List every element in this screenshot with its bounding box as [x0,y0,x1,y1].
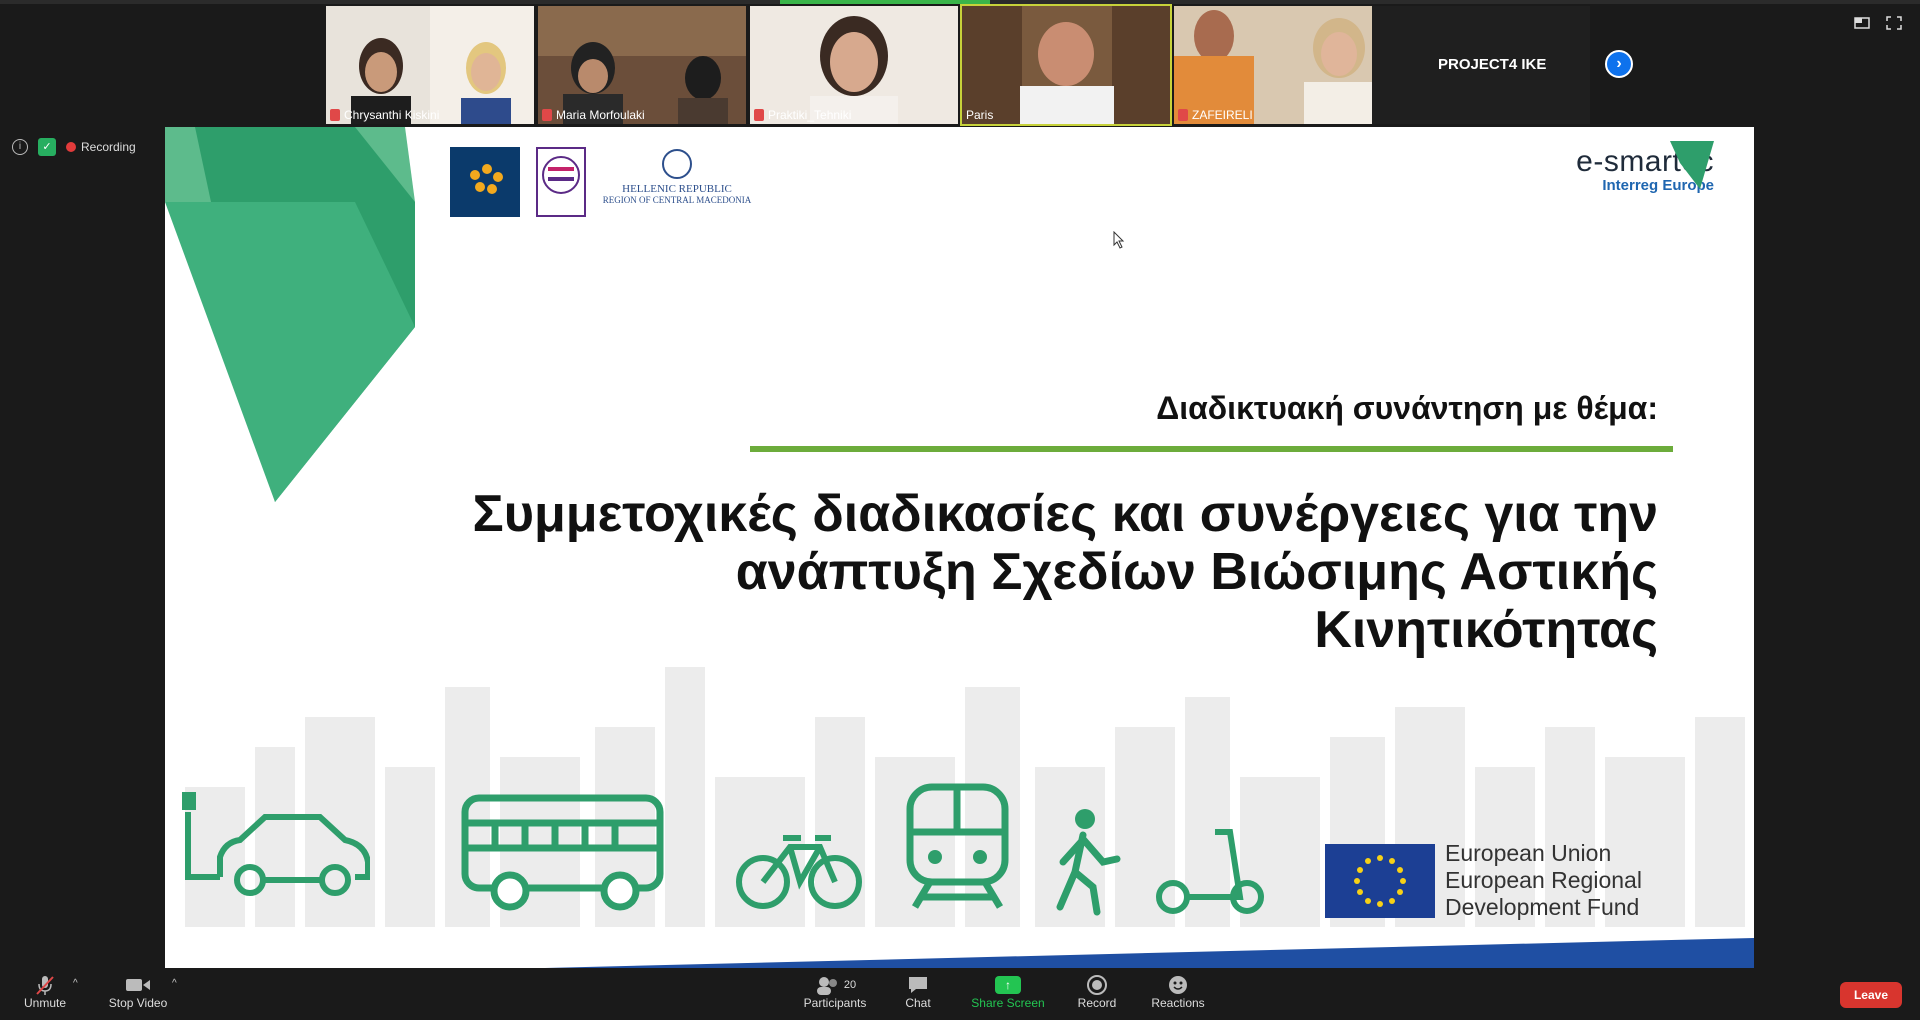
participant-tile-project4[interactable]: PROJECT4 IKE [1372,6,1590,124]
record-label: Record [1077,996,1117,1010]
logo-text: HELLENIC REPUBLIC [622,183,732,195]
muted-mic-icon [542,109,552,121]
participant-tile[interactable]: ZAFEIRELI [1174,6,1382,124]
participant-video [962,6,1170,124]
slide-subtitle: Διαδικτυακή συνάντηση με θέμα: [1156,390,1658,426]
participant-tile[interactable]: Chrysanthi Kiskini [326,6,534,124]
slide-bottom-band [545,938,1754,968]
recording-dot-icon [66,142,76,152]
share-screen-label: Share Screen [971,996,1045,1010]
title-line: Συμμετοχικές διαδικασίες και συνέργειες … [472,485,1658,543]
record-button[interactable]: Record [1076,974,1118,1010]
participants-icon [816,977,837,995]
partner-logo-1 [450,147,520,217]
meeting-status: i ✓ Recording [12,138,136,156]
share-screen-icon: ↑ [995,976,1021,994]
stop-video-button[interactable]: Stop Video [105,974,171,1010]
muted-mic-icon [1178,109,1188,121]
eu-text-line: European Union [1445,840,1612,866]
eu-flag-icon [1325,843,1435,918]
title-line: ανάπτυξη Σχεδίων Βιώσιμης Αστικής [735,543,1658,601]
record-icon [1087,975,1107,995]
info-icon[interactable]: i [12,139,28,155]
gallery-view-icon[interactable] [1854,16,1870,30]
participant-tile[interactable]: Praktiki_Tehniki [750,6,958,124]
participants-label: Participants [803,996,867,1010]
next-participants-button[interactable]: › [1605,50,1633,78]
participant-tile-active[interactable]: Paris [960,4,1172,126]
participant-name: Maria Morfoulaki [556,108,645,122]
video-camera-icon [126,979,150,991]
participant-video [1174,10,1374,124]
participant-name: Praktiki_Tehniki [768,108,852,122]
reactions-label: Reactions [1151,996,1205,1010]
muted-mic-icon [330,109,340,121]
chat-label: Chat [905,996,931,1010]
bus-icon [461,794,664,911]
talking-indicator [780,0,990,4]
shared-screen-slide: HELLENIC REPUBLIC REGION OF CENTRAL MACE… [165,127,1754,968]
train-icon [906,783,1009,909]
hellenic-republic-logo: HELLENIC REPUBLIC REGION OF CENTRAL MACE… [602,147,752,217]
chat-icon [909,977,927,993]
scooter-icon [1156,829,1264,914]
green-rule [750,446,1673,452]
audio-options-caret[interactable]: ^ [73,978,78,989]
leave-button[interactable]: Leave [1839,982,1902,1008]
chat-button[interactable]: Chat [898,974,938,1010]
stop-video-label: Stop Video [108,996,168,1010]
partner-logos: HELLENIC REPUBLIC REGION OF CENTRAL MACE… [450,147,752,217]
unmute-label: Unmute [23,996,67,1010]
participant-video [351,38,511,124]
security-shield-icon[interactable]: ✓ [38,138,56,156]
hellenic-seal-icon [662,149,692,179]
mouse-cursor-icon [1113,231,1125,249]
electric-car-icon [182,792,370,896]
participant-video [538,6,746,124]
share-screen-button[interactable]: ↑ Share Screen [970,974,1046,1010]
video-options-caret[interactable]: ^ [172,978,177,989]
smiley-icon [1169,976,1187,994]
participants-count: 20 [843,979,857,991]
participant-name: PROJECT4 IKE [1438,56,1547,73]
e-smartec-brand: e-smartec Interreg Europe [1576,141,1714,194]
participants-button[interactable]: 20 Participants [800,974,870,1010]
e-smartec-logo-icon [1670,141,1714,189]
unmute-button[interactable]: Unmute [22,974,68,1010]
muted-mic-icon [36,976,54,995]
partner-logo-2 [536,147,586,217]
eu-text-line: European Regional [1445,867,1642,893]
window-top-edge [0,0,1920,4]
participant-video [810,16,898,124]
participant-name: ZAFEIRELI [1192,108,1253,122]
recording-label: Recording [81,140,136,154]
pedestrian-icon [1056,809,1121,916]
participant-name: Chrysanthi Kiskini [344,108,440,122]
reactions-button[interactable]: Reactions [1150,974,1206,1010]
bicycle-icon [736,835,862,909]
participant-tile[interactable]: Maria Morfoulaki [538,6,746,124]
muted-mic-icon [754,109,764,121]
meeting-toolbar: Unmute ^ Stop Video ^ 20 Participants Ch… [0,968,1920,1020]
participant-name: Paris [966,108,994,122]
recording-indicator[interactable]: Recording [66,140,136,154]
logo-text: REGION OF CENTRAL MACEDONIA [602,195,752,205]
fullscreen-icon[interactable] [1886,16,1902,30]
view-controls [1854,16,1902,30]
